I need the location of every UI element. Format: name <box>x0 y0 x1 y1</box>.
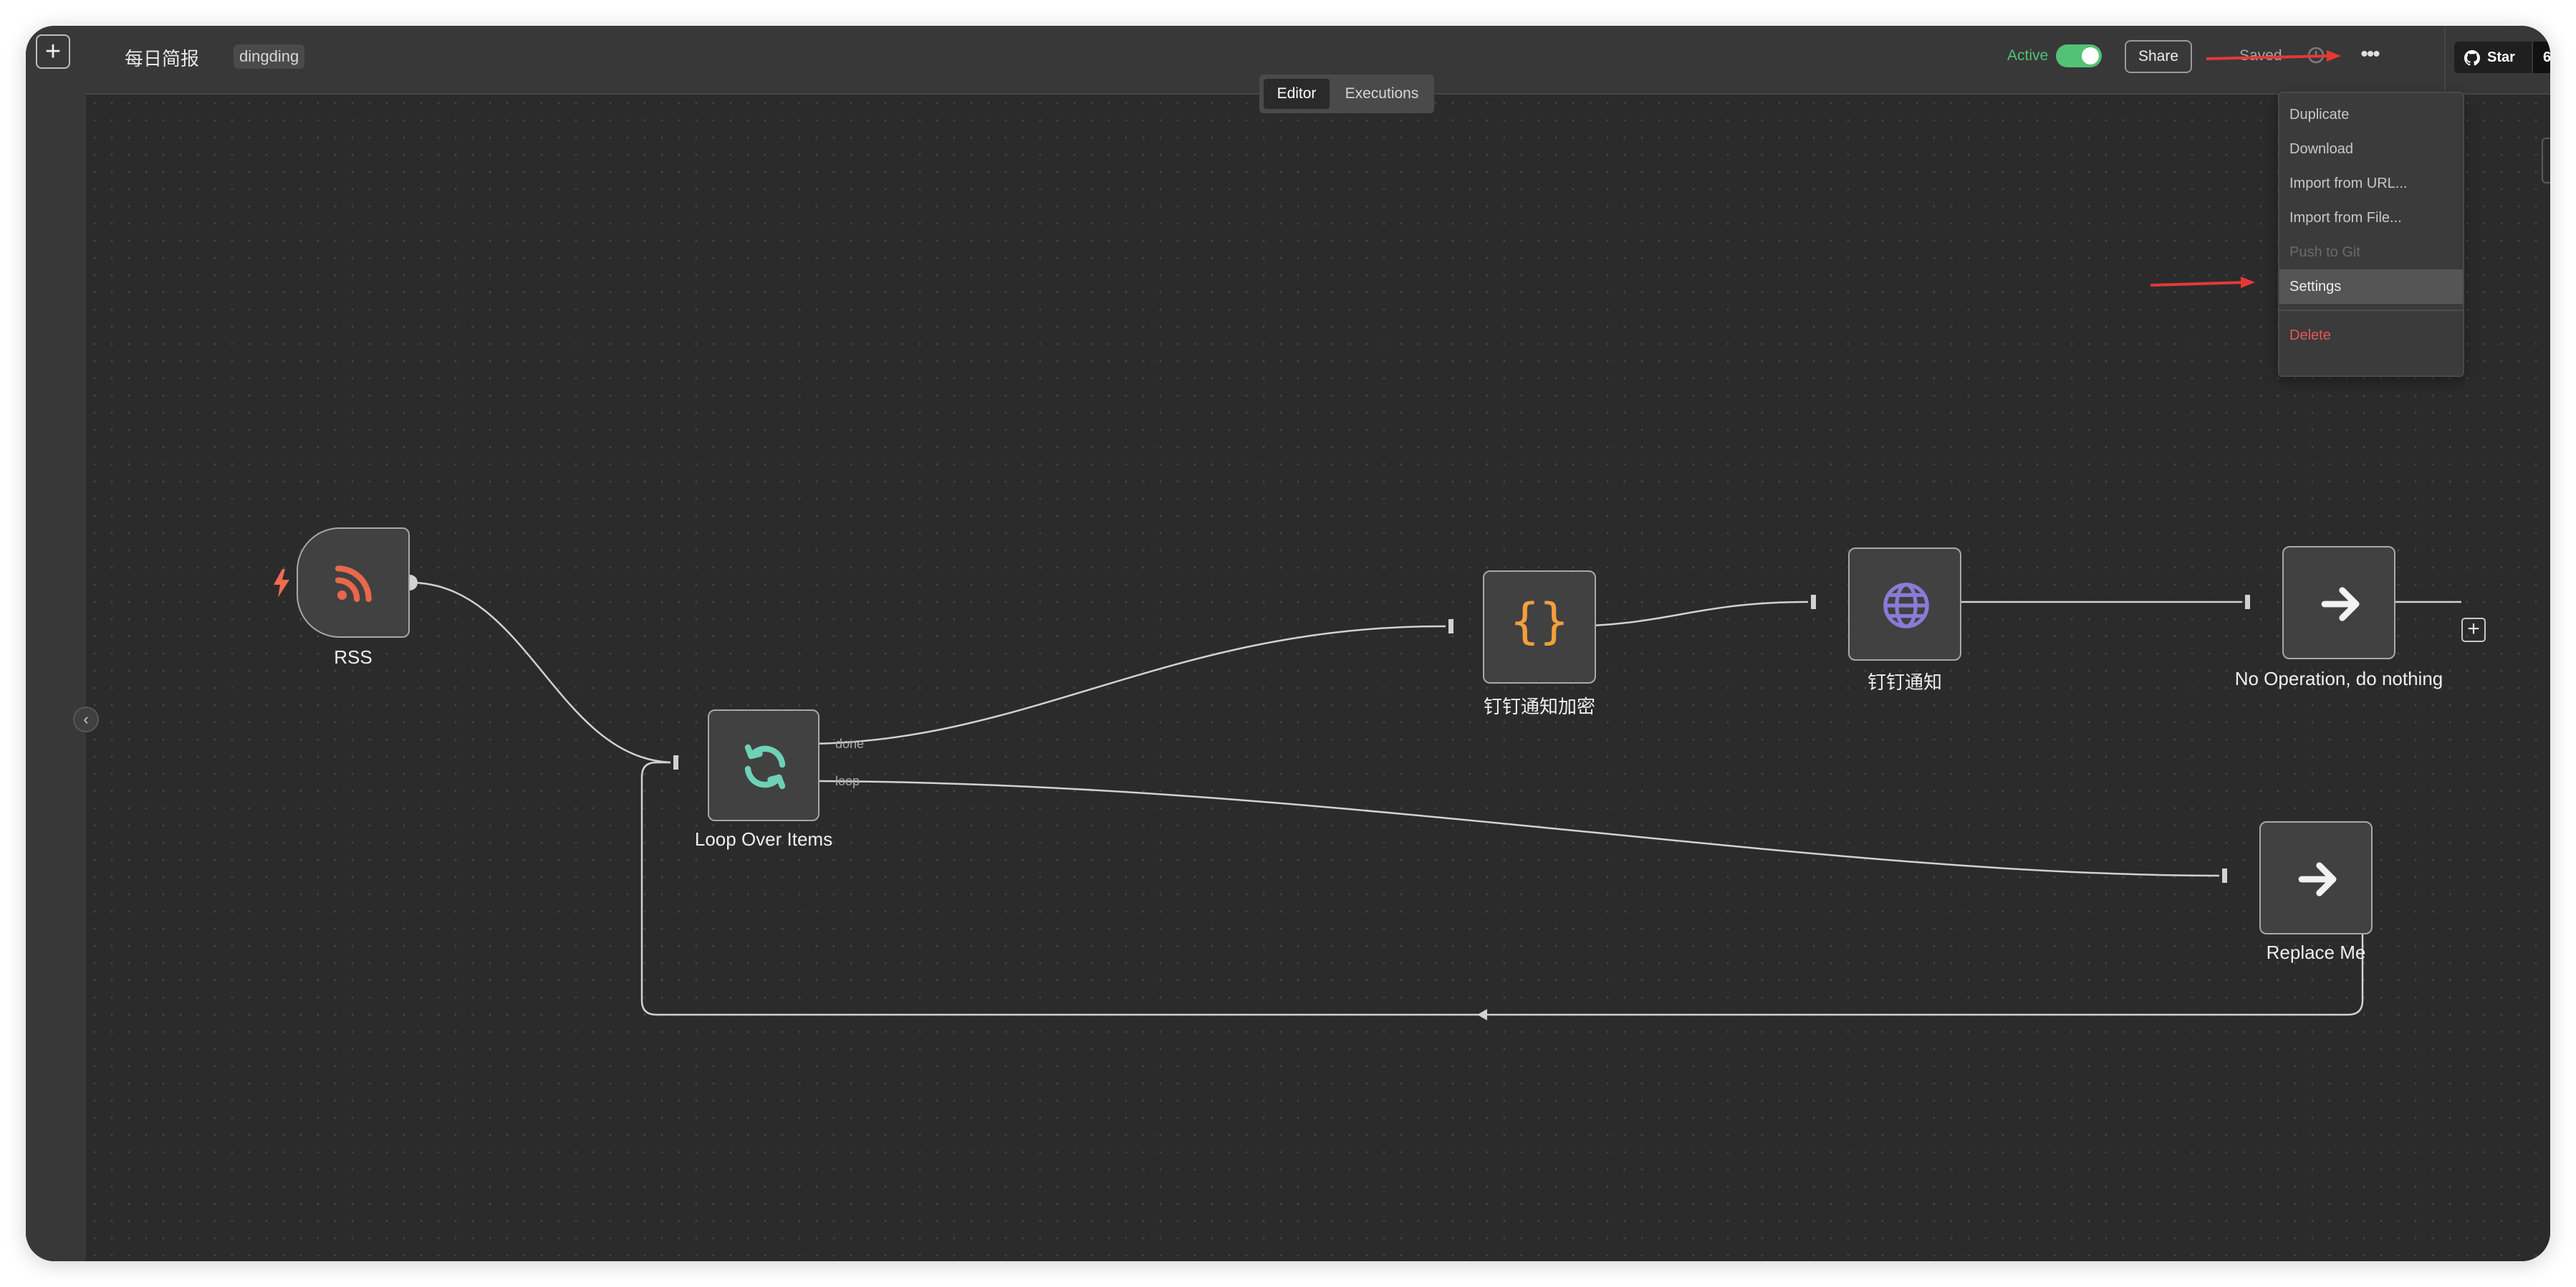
node-notify-label: 钉钉通知 <box>1867 671 1942 693</box>
node-dingtalk-notify[interactable] <box>1848 547 1961 661</box>
replace-input-port <box>2222 869 2227 883</box>
node-loop-label: Loop Over Items <box>694 828 833 850</box>
notify-input-port <box>1811 595 1816 609</box>
node-replace-me[interactable] <box>2259 821 2373 934</box>
annotation-arrow-more <box>2206 54 2332 60</box>
edge-direction-arrow <box>1477 1009 1487 1020</box>
noop-input-port <box>2245 595 2250 609</box>
node-rss[interactable] <box>297 527 410 638</box>
node-encrypt-label: 钉钉通知加密 <box>1483 696 1595 717</box>
code-braces-icon: {} <box>1510 593 1569 650</box>
node-loop-over-items[interactable] <box>708 709 820 821</box>
node-dingtalk-encrypt[interactable]: {} <box>1483 570 1596 684</box>
sync-icon <box>744 744 786 790</box>
workflow-options-menu: Duplicate Download Import from URL... Im… <box>2278 92 2464 377</box>
edge-encrypt-notify <box>1562 601 1809 628</box>
tab-editor[interactable]: Editor <box>1264 79 1330 109</box>
app-window: + 每日简报 dingding Active Share Saved ••• S… <box>26 26 2550 1261</box>
add-node-plus-button[interactable]: + <box>2461 618 2486 642</box>
view-tabs: Editor Executions <box>1259 75 1434 113</box>
edge-loop-replace <box>803 780 2220 877</box>
annotation-arrow-more-head <box>2327 50 2341 62</box>
port-label-loop: loop <box>835 774 860 788</box>
edge-rss-loop <box>409 581 671 764</box>
menu-item-download[interactable]: Download <box>2279 132 2463 166</box>
node-rss-label: RSS <box>334 646 373 668</box>
connections-layer <box>402 50 2461 1020</box>
annotation-arrow-settings-head <box>2241 277 2255 288</box>
menu-item-settings[interactable]: Settings <box>2279 269 2463 304</box>
node-replace-label: Replace Me <box>2266 942 2366 963</box>
loop-input-port <box>673 755 678 770</box>
menu-item-import-file[interactable]: Import from File... <box>2279 201 2463 235</box>
edge-replace-loopback <box>640 761 2364 1016</box>
menu-item-delete[interactable]: Delete <box>2279 318 2463 353</box>
arrow-right-icon <box>2321 587 2360 621</box>
rss-icon <box>335 565 372 603</box>
arrow-right-icon <box>2298 862 2337 896</box>
collapse-sidebar-chevron-icon[interactable]: ‹ <box>73 707 99 732</box>
node-no-operation[interactable] <box>2282 546 2395 659</box>
port-label-done: done <box>835 737 865 751</box>
menu-item-duplicate[interactable]: Duplicate <box>2279 97 2463 132</box>
globe-icon <box>1883 583 1929 628</box>
trigger-bolt-icon <box>274 569 289 598</box>
edge-loop-encrypt <box>803 625 1446 745</box>
right-panel-handle[interactable] <box>2542 138 2550 183</box>
annotation-arrow-settings <box>2150 281 2246 287</box>
encrypt-input-port <box>1448 619 1453 633</box>
menu-item-push-to-git: Push to Git <box>2289 244 2360 260</box>
menu-item-import-url[interactable]: Import from URL... <box>2279 166 2463 201</box>
menu-divider <box>2279 310 2463 311</box>
node-noop-label: No Operation, do nothing <box>2234 668 2443 689</box>
tab-executions[interactable]: Executions <box>1334 79 1430 109</box>
